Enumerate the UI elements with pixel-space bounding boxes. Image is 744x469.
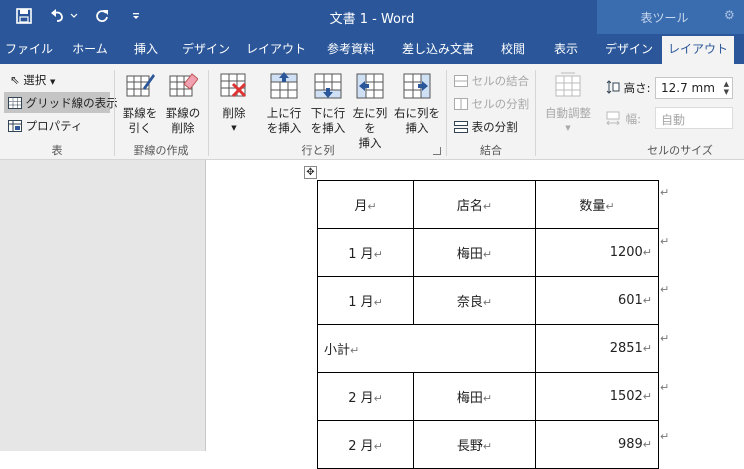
tab-mailings[interactable]: 差し込み文書 [396, 34, 480, 64]
chevron-down-icon: ▼ [565, 124, 571, 132]
table-cell[interactable]: 小計↵ [317, 324, 536, 373]
table-cell[interactable]: 2 月↵ [317, 420, 414, 469]
table-cell[interactable]: 2 月↵ [317, 372, 414, 421]
dialog-launcher-icon[interactable] [433, 147, 441, 155]
chevron-down-icon: ▼ [231, 124, 237, 132]
table-cell[interactable]: 1 月↵ [317, 228, 414, 277]
table-row: 月↵ 店名↵ 数量↵ [317, 180, 659, 229]
tab-insert[interactable]: 挿入 [124, 34, 168, 64]
group-separator [208, 70, 209, 156]
table-cell[interactable]: 店名↵ [413, 180, 536, 229]
table-row: 2 月↵ 梅田↵ 1502↵ [317, 372, 659, 421]
column-width-input[interactable]: 自動 [655, 107, 733, 129]
table-cell[interactable]: 数量↵ [535, 180, 659, 229]
group-label-table: 表 [51, 144, 63, 157]
table-tools-title: 表ツール [640, 11, 689, 25]
document-canvas-margin [0, 160, 206, 451]
table-move-handle-icon[interactable]: ✥ [304, 166, 317, 179]
autofit-button[interactable]: 自動調整 ▼ [540, 70, 596, 136]
end-of-row-mark: ↵ [660, 283, 670, 296]
table-cell[interactable]: 長野↵ [413, 420, 536, 469]
split-table-button[interactable]: 表の分割 [454, 119, 518, 135]
tab-file[interactable]: ファイル [0, 34, 58, 64]
table-row: 2 月↵ 長野↵ 989↵ [317, 420, 659, 469]
table-cell[interactable]: 1 月↵ [317, 276, 414, 325]
split-cells-button[interactable]: セルの分割 [454, 96, 529, 112]
end-of-row-mark: ↵ [660, 235, 670, 248]
properties-icon [8, 119, 26, 133]
group-label-draw: 罫線の作成 [133, 144, 189, 157]
tab-review[interactable]: 校閲 [492, 34, 534, 64]
tab-references[interactable]: 参考資料 [318, 34, 384, 64]
autofit-icon [540, 70, 596, 104]
tab-table-design[interactable]: デザイン [600, 34, 658, 64]
column-width-icon [606, 111, 626, 126]
delete-table-icon [212, 70, 256, 104]
table-row-subtotal: 小計↵ 2851↵ [317, 324, 659, 373]
merge-cells-button[interactable]: セルの結合 [454, 73, 529, 89]
split-table-icon [454, 120, 472, 134]
chevron-down-icon: ▼ [49, 78, 56, 86]
row-height-input[interactable]: 12.7 mm ▲ ▼ [655, 77, 733, 99]
tab-home[interactable]: ホーム [63, 34, 117, 64]
cursor-icon: ⇖ [10, 73, 20, 87]
tab-layout[interactable]: レイアウト [243, 34, 309, 64]
end-of-row-mark: ↵ [660, 381, 670, 394]
table-cell[interactable]: 989↵ [535, 420, 659, 469]
spin-arrows-icon[interactable]: ▲ ▼ [724, 80, 729, 96]
properties-button[interactable]: プロパティ [8, 118, 82, 134]
insert-row-above-icon [262, 70, 306, 104]
group-label-cell-size: セルのサイズ [647, 144, 713, 157]
group-separator [535, 70, 536, 156]
group-label-merge: 結合 [480, 144, 502, 157]
tab-table-layout[interactable]: レイアウト [662, 36, 734, 64]
insert-right-button[interactable]: 右に列を 挿入 [393, 70, 441, 136]
table-cell[interactable]: 2851↵ [535, 324, 659, 373]
table-cell[interactable]: 1200↵ [535, 228, 659, 277]
table-cell[interactable]: 月↵ [317, 180, 414, 229]
group-separator [446, 70, 447, 156]
gridlines-icon [8, 96, 26, 110]
eraser-icon [162, 70, 204, 104]
group-label-rows-columns: 行と列 [301, 144, 335, 157]
insert-left-button[interactable]: 左に列を 挿入 [348, 70, 392, 151]
tab-view[interactable]: 表示 [545, 34, 587, 64]
table-cell[interactable]: 1502↵ [535, 372, 659, 421]
row-height-icon [606, 80, 624, 95]
table-cell[interactable]: 奈良↵ [413, 276, 536, 325]
eraser-button[interactable]: 罫線の 削除 [162, 70, 204, 136]
insert-below-button[interactable]: 下に行 を挿入 [306, 70, 350, 136]
gear-icon: ⚙ [724, 8, 735, 22]
insert-above-button[interactable]: 上に行 を挿入 [262, 70, 306, 136]
draw-table-button[interactable]: 罫線を 引く [118, 70, 162, 136]
data-table[interactable]: 月↵ 店名↵ 数量↵ 1 月↵ 梅田↵ 1200↵ 1 月↵ 奈良↵ 601↵ … [317, 180, 659, 469]
table-cell[interactable]: 梅田↵ [413, 228, 536, 277]
merge-cells-icon [454, 74, 472, 88]
view-gridlines-button[interactable]: グリッド線の表示 [8, 95, 118, 111]
table-row: 1 月↵ 梅田↵ 1200↵ [317, 228, 659, 277]
end-of-row-mark: ↵ [660, 430, 670, 443]
table-row: 1 月↵ 奈良↵ 601↵ [317, 276, 659, 325]
end-of-row-mark: ↵ [660, 332, 670, 345]
split-cells-icon [454, 97, 472, 111]
group-separator [114, 70, 115, 156]
tab-design[interactable]: デザイン [175, 34, 237, 64]
table-cell[interactable]: 601↵ [535, 276, 659, 325]
table-cell[interactable]: 梅田↵ [413, 372, 536, 421]
insert-row-below-icon [306, 70, 350, 104]
insert-column-right-icon [393, 70, 441, 104]
draw-table-icon [118, 70, 162, 104]
insert-column-left-icon [348, 70, 392, 104]
end-of-row-mark: ↵ [660, 186, 670, 199]
delete-button[interactable]: 削除 ▼ [212, 70, 256, 136]
column-width-label: 幅: [606, 111, 641, 127]
select-button[interactable]: ⇖ 選択 ▼ [10, 72, 55, 88]
row-height-label: 高さ: [606, 80, 651, 96]
